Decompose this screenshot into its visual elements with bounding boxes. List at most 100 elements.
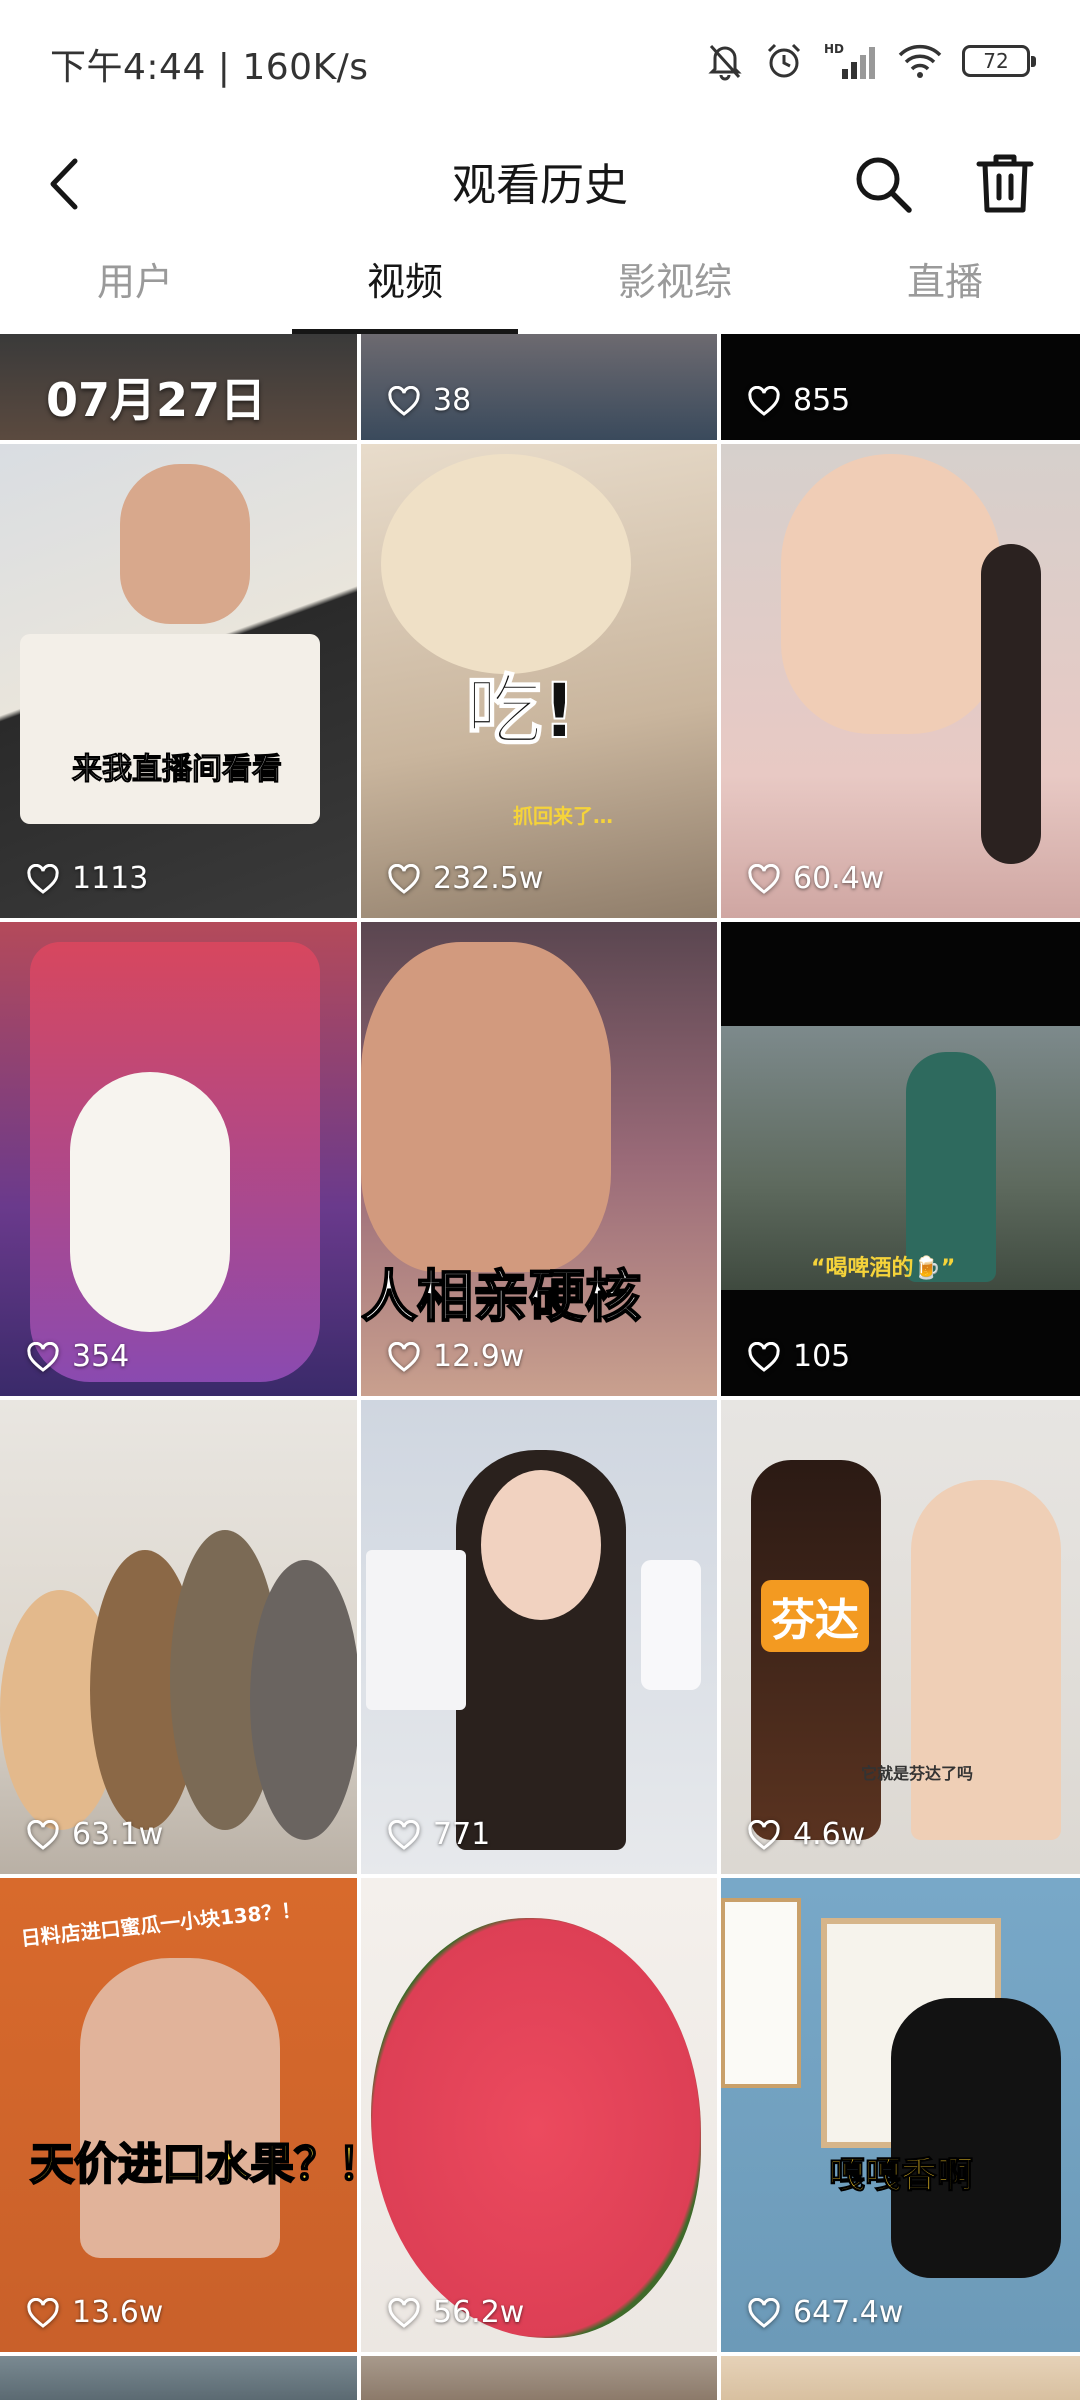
video-tile[interactable]: 354 — [0, 922, 357, 1396]
video-subcaption: 日料店进口蜜瓜一小块138？！ — [19, 1897, 303, 1951]
thumbnail-dog — [381, 454, 631, 674]
video-tile[interactable]: 吃! 抓回来了… 232.5w — [361, 444, 717, 918]
like-count: 1113 — [26, 861, 148, 896]
video-tile[interactable]: 38 — [361, 334, 717, 440]
like-count-text: 647.4w — [793, 2295, 904, 2330]
thumbnail-cat — [250, 1560, 357, 1840]
alarm-icon — [764, 41, 804, 81]
like-count: 354 — [26, 1339, 129, 1374]
video-tile[interactable] — [721, 2356, 1080, 2400]
thumbnail-product — [20, 634, 320, 824]
heart-icon — [748, 1819, 780, 1850]
like-count: 647.4w — [747, 2295, 903, 2330]
video-tile[interactable]: “喝啤酒的🍺” 105 — [721, 922, 1080, 1396]
like-count: 12.9w — [387, 1339, 524, 1374]
like-count: 56.2w — [387, 2295, 524, 2330]
thumbnail-hair — [981, 544, 1041, 864]
search-icon — [851, 152, 915, 220]
like-count-text: 4.6w — [793, 1817, 866, 1852]
delete-history-button[interactable] — [965, 142, 1045, 230]
video-tile[interactable]: 嘎嘎香啊 647.4w — [721, 1878, 1080, 2352]
video-tile[interactable]: 日料店进口蜜瓜一小块138？！ 天价进口水果？！ 13.6w — [0, 1878, 357, 2352]
video-tile[interactable]: 855 — [721, 334, 1080, 440]
heart-icon — [27, 1341, 59, 1372]
heart-icon — [748, 863, 780, 894]
tab-film-tv[interactable]: 影视综 — [540, 252, 810, 334]
video-subcaption: 抓回来了… — [513, 804, 613, 828]
mute-bell-icon — [706, 41, 744, 81]
video-caption: 吃! — [465, 665, 578, 756]
video-tile[interactable]: 771 — [361, 1400, 717, 1874]
like-count: 4.6w — [747, 1817, 865, 1852]
like-count-text: 771 — [433, 1817, 491, 1852]
thumbnail-person — [906, 1052, 996, 1282]
tab-live[interactable]: 直播 — [810, 252, 1080, 334]
heart-icon — [388, 2297, 420, 2328]
heart-icon — [388, 863, 420, 894]
like-count-text: 38 — [433, 383, 472, 418]
like-count-text: 855 — [793, 383, 851, 418]
back-arrow-icon — [47, 157, 81, 215]
heart-icon — [388, 1341, 420, 1372]
like-count: 60.4w — [747, 861, 884, 896]
like-count: 105 — [747, 1339, 850, 1374]
date-label: 07月27日 — [46, 373, 267, 427]
svg-text:HD: HD — [824, 42, 844, 56]
like-count-text: 232.5w — [433, 861, 544, 896]
like-count-text: 12.9w — [433, 1339, 525, 1374]
tab-users[interactable]: 用户 — [0, 252, 270, 334]
heart-icon — [388, 385, 420, 416]
battery-icon: 72 — [962, 45, 1036, 77]
like-count-text: 1113 — [72, 861, 149, 896]
video-subcaption: 它就是芬达了吗 — [861, 1764, 974, 1783]
video-grid: 07月27日 38 855 来我直播间看看 1113 吃! 抓回来了… 232.… — [0, 334, 1080, 2400]
heart-icon — [388, 1819, 420, 1850]
thumbnail-girl — [781, 454, 1001, 734]
thumbnail-phone-box — [366, 1550, 466, 1710]
video-tile[interactable]: 07月27日 — [0, 334, 357, 440]
video-caption: 芬达 — [761, 1580, 869, 1652]
video-tile[interactable]: 来我直播间看看 1113 — [0, 444, 357, 918]
video-tile[interactable] — [0, 2356, 357, 2400]
video-caption: “喝啤酒的🍺” — [811, 1256, 956, 1281]
video-tile[interactable]: 56.2w — [361, 1878, 717, 2352]
tab-videos[interactable]: 视频 — [270, 252, 540, 334]
like-count: 771 — [387, 1817, 490, 1852]
back-button[interactable] — [34, 138, 94, 234]
like-count: 232.5w — [387, 861, 543, 896]
video-caption: 嘎嘎香啊 — [828, 2155, 974, 2197]
video-tile[interactable]: 60.4w — [721, 444, 1080, 918]
like-count: 38 — [387, 383, 471, 418]
like-count-text: 105 — [793, 1339, 851, 1374]
video-caption: 来我直播间看看 — [72, 752, 283, 788]
like-count-text: 13.6w — [72, 2295, 164, 2330]
thumbnail-man — [361, 942, 611, 1272]
thumbnail-snowman — [70, 1072, 230, 1332]
thumbnail-man — [80, 1958, 280, 2258]
tab-bar: 用户 视频 影视综 直播 — [0, 252, 1080, 334]
search-button[interactable] — [843, 142, 923, 230]
thumbnail-person — [120, 464, 250, 624]
like-count: 855 — [747, 383, 850, 418]
thumbnail-watermelon — [371, 1918, 701, 2338]
heart-icon — [27, 1819, 59, 1850]
video-tile[interactable] — [361, 2356, 717, 2400]
heart-icon — [748, 2297, 780, 2328]
video-tile[interactable]: 63.1w — [0, 1400, 357, 1874]
status-bar: 下午4:44 | 160K/s HD 72 — [0, 0, 1080, 120]
like-count-text: 354 — [72, 1339, 130, 1374]
video-tile[interactable]: 人相亲硬核 12.9w — [361, 922, 717, 1396]
like-count-text: 56.2w — [433, 2295, 525, 2330]
like-count: 63.1w — [26, 1817, 163, 1852]
wifi-icon — [898, 43, 942, 79]
like-count-text: 60.4w — [793, 861, 885, 896]
video-caption: 天价进口水果？！ — [29, 2138, 357, 2191]
video-caption: 人相亲硬核 — [361, 1264, 642, 1331]
heart-icon — [748, 385, 780, 416]
thumbnail-face — [481, 1470, 601, 1620]
video-tile[interactable]: 芬达 它就是芬达了吗 4.6w — [721, 1400, 1080, 1874]
like-count-text: 63.1w — [72, 1817, 164, 1852]
header-bar: 观看历史 — [0, 120, 1080, 252]
hd-signal-icon: HD — [824, 41, 878, 81]
like-count: 13.6w — [26, 2295, 163, 2330]
